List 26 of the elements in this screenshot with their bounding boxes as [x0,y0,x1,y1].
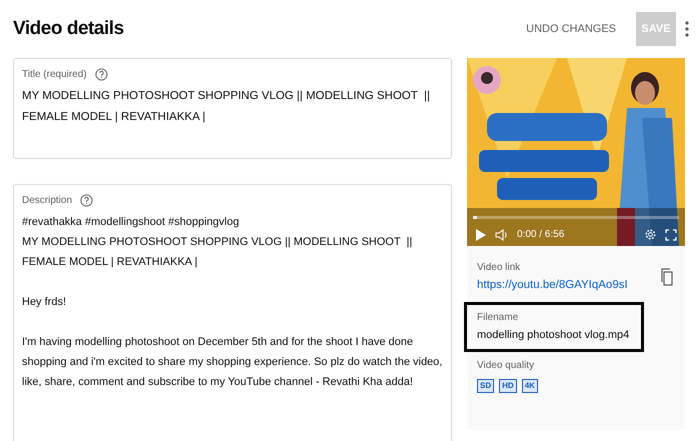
volume-icon[interactable] [495,228,509,242]
title-value: MY MODELLING PHOTOSHOOT SHOPPING VLOG || MODELLING SHOOT || FEMALE MODEL | REVATHIAKKA | [22,89,431,125]
field-label: Description [22,194,72,208]
filename-label: Filename [477,311,520,326]
title-field[interactable]: Title (required) MY MODELLING PHOTOSHOOT SHOPPING VLOG || MODELLING SHOOT || FEMALE MODEL | REVATHIAKKA | [13,58,452,159]
help-icon[interactable] [80,194,94,207]
quality-badge: 4K [522,378,538,393]
fullscreen-icon[interactable] [665,228,677,240]
video-link[interactable]: https://youtu.be/8GAYIqAo9sI [477,277,628,294]
description-field[interactable] [13,184,452,441]
video-link-label: Video link [477,261,522,275]
field-label: Title (required) [22,68,87,82]
video-quality-label: Video quality [477,358,536,373]
copy-icon[interactable] [661,268,673,286]
quality-badge: SD [477,378,494,393]
help-icon[interactable] [94,68,108,81]
video-time: 0:00 / 6:56 [517,228,564,242]
play-icon[interactable] [475,228,487,242]
progress-track[interactable] [473,216,679,219]
more-options-icon[interactable] [684,21,690,37]
quality-badge: HD [499,378,517,393]
page-title: Video details [13,16,124,41]
description-value: #revathakka #modellingshoot #shoppingvlog MY MODELLING PHOTOSHOOT SHOPPING VLOG || MODELLING SHOOT || FEMALE MODEL | REVATHIAKKA | Hey frds! I'm having modelling photoshoot on December 5th and for the shoot I have done shopping and i'm excited to share my shopping experience. So plz do watch the video, like, share, comment and subscribe to my YouTube channel - Revathi Kha adda! [22,215,443,390]
settings-icon[interactable] [644,228,657,241]
undo-changes-button[interactable]: UNDO CHANGES [518,12,624,46]
filename-value: modelling photoshoot vlog.mp4 [477,328,630,344]
